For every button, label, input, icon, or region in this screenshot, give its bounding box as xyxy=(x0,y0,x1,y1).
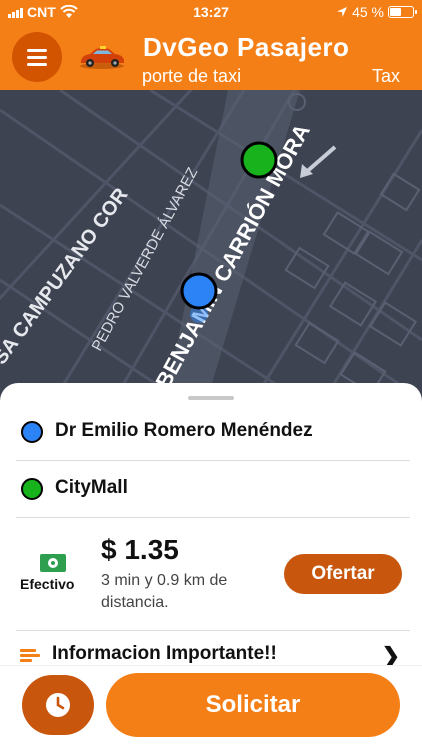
app-title: DvGeo Pasajero xyxy=(143,32,350,62)
menu-button[interactable] xyxy=(12,32,62,82)
location-arrow-icon xyxy=(337,7,348,17)
destination-address: CityMall xyxy=(55,477,128,498)
street-label-rosa: ROSA CAMPUZANO COR xyxy=(0,184,133,393)
origin-dot-icon xyxy=(21,421,43,443)
destination-row[interactable]: CityMall xyxy=(0,461,422,517)
trip-eta: 3 min y 0.9 km de distancia. xyxy=(101,572,228,611)
app-header: DvGeo Pasajero porte de taxi Tax xyxy=(0,24,422,90)
battery-percent: 45 % xyxy=(352,4,384,20)
marquee-banner: porte de taxi Tax xyxy=(142,66,406,88)
important-info-row[interactable]: Informacion Importante!! ❯ xyxy=(0,639,422,667)
direction-arrow-icon xyxy=(302,145,337,176)
important-info-label: Informacion Importante!! xyxy=(52,643,277,664)
status-right: 45 % xyxy=(336,4,417,20)
map-canvas[interactable]: ROSA CAMPUZANO COR PEDRO VALVERDE ÁLVARE… xyxy=(0,90,422,400)
battery-icon xyxy=(388,6,417,18)
battery-fill xyxy=(390,8,401,16)
hamburger-icon xyxy=(27,48,47,52)
origin-row[interactable]: Dr Emilio Romero Menéndez xyxy=(0,404,422,460)
offer-button[interactable]: Ofertar xyxy=(284,554,402,594)
origin-marker[interactable] xyxy=(180,272,218,310)
fare-section: Efectivo $ 1.35 3 min y 0.9 km de distan… xyxy=(0,518,422,630)
list-icon xyxy=(20,649,40,663)
destination-marker[interactable] xyxy=(240,141,278,179)
cash-icon[interactable] xyxy=(40,554,66,572)
destination-dot-icon xyxy=(21,478,43,500)
chevron-right-icon: ❯ xyxy=(381,643,400,667)
request-ride-button[interactable]: Solicitar xyxy=(106,673,400,737)
marquee-text: porte de taxi xyxy=(142,66,242,86)
origin-address: Dr Emilio Romero Menéndez xyxy=(55,420,313,441)
fare-price: $ 1.35 xyxy=(101,534,179,565)
schedule-button[interactable] xyxy=(22,675,94,735)
status-bar: CNT 13:27 45 % xyxy=(0,0,422,24)
sheet-drag-handle[interactable] xyxy=(188,396,234,400)
marquee-text-next: Tax xyxy=(372,66,401,86)
action-bar: Solicitar xyxy=(0,665,422,750)
payment-method-label[interactable]: Efectivo xyxy=(20,576,74,592)
map-view[interactable]: ROSA CAMPUZANO COR PEDRO VALVERDE ÁLVARE… xyxy=(0,90,422,400)
divider xyxy=(16,630,410,631)
clock-icon xyxy=(46,693,70,717)
taxi-logo-icon xyxy=(80,46,124,69)
